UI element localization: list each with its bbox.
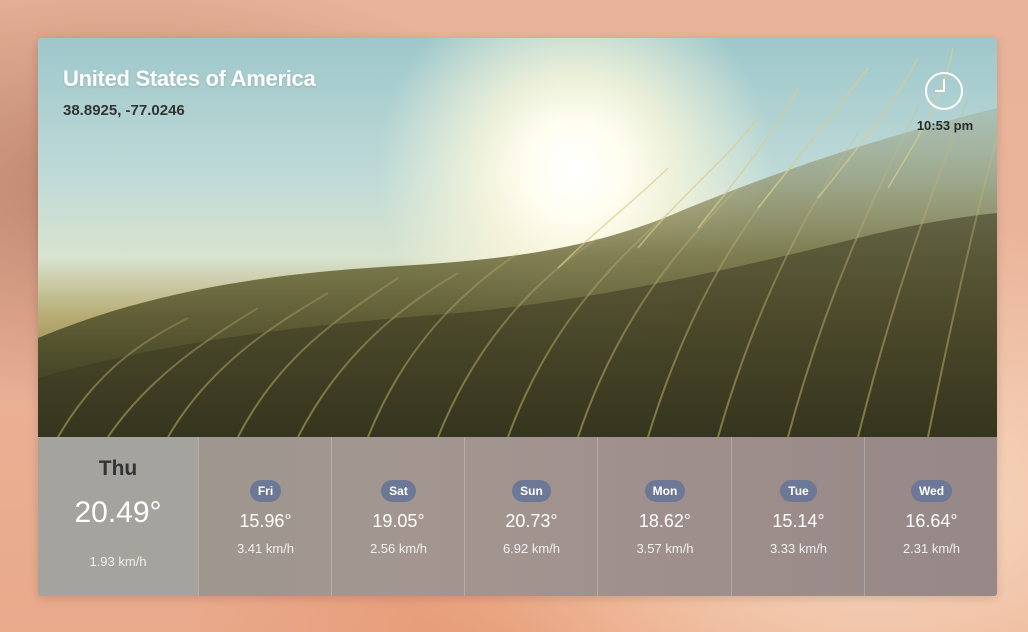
wheat-field-image bbox=[38, 47, 997, 437]
today-wind-speed: 1.93 km/h bbox=[89, 554, 147, 569]
day-badge: Sun bbox=[512, 480, 551, 502]
forecast-strip: Thu 20.49° 1.93 km/h Fri 15.96° 3.41 km/… bbox=[38, 437, 997, 596]
clock-icon bbox=[925, 72, 963, 110]
day-temperature: 15.96° bbox=[239, 511, 292, 531]
forecast-day: Sat 19.05° 2.56 km/h bbox=[331, 437, 465, 596]
day-wind-speed: 3.41 km/h bbox=[236, 541, 295, 556]
current-time: 10:53 pm bbox=[916, 118, 974, 133]
forecast-day: Fri 15.96° 3.41 km/h bbox=[198, 437, 332, 596]
day-badge: Wed bbox=[910, 480, 953, 502]
weather-card: United States of America 38.8925, -77.02… bbox=[38, 38, 997, 596]
forecast-day: Wed 16.64° 2.31 km/h bbox=[864, 437, 997, 596]
location-coordinates: 38.8925, -77.0246 bbox=[63, 102, 185, 119]
day-wind-speed: 2.56 km/h bbox=[369, 541, 428, 556]
day-wind-speed: 3.33 km/h bbox=[769, 541, 828, 556]
day-wind-speed: 6.92 km/h bbox=[502, 541, 561, 556]
location-name: United States of America bbox=[63, 66, 316, 91]
day-wind-speed: 2.31 km/h bbox=[902, 541, 961, 556]
day-temperature: 16.64° bbox=[905, 511, 958, 531]
forecast-day: Mon 18.62° 3.57 km/h bbox=[597, 437, 732, 596]
forecast-day: Sun 20.73° 6.92 km/h bbox=[464, 437, 598, 596]
today-temperature: 20.49° bbox=[74, 496, 162, 529]
day-temperature: 18.62° bbox=[638, 511, 692, 531]
forecast-day: Tue 15.14° 3.33 km/h bbox=[731, 437, 865, 596]
today-day: Thu bbox=[98, 457, 138, 480]
hero-image: United States of America 38.8925, -77.02… bbox=[38, 38, 997, 437]
day-badge: Sat bbox=[381, 480, 416, 502]
day-badge: Mon bbox=[644, 480, 686, 502]
day-temperature: 15.14° bbox=[772, 511, 825, 531]
day-temperature: 19.05° bbox=[372, 511, 425, 531]
day-badge: Fri bbox=[249, 480, 282, 502]
day-wind-speed: 3.57 km/h bbox=[636, 541, 694, 556]
today-panel: Thu 20.49° 1.93 km/h bbox=[38, 437, 198, 596]
day-badge: Tue bbox=[780, 480, 817, 502]
day-temperature: 20.73° bbox=[505, 511, 558, 531]
